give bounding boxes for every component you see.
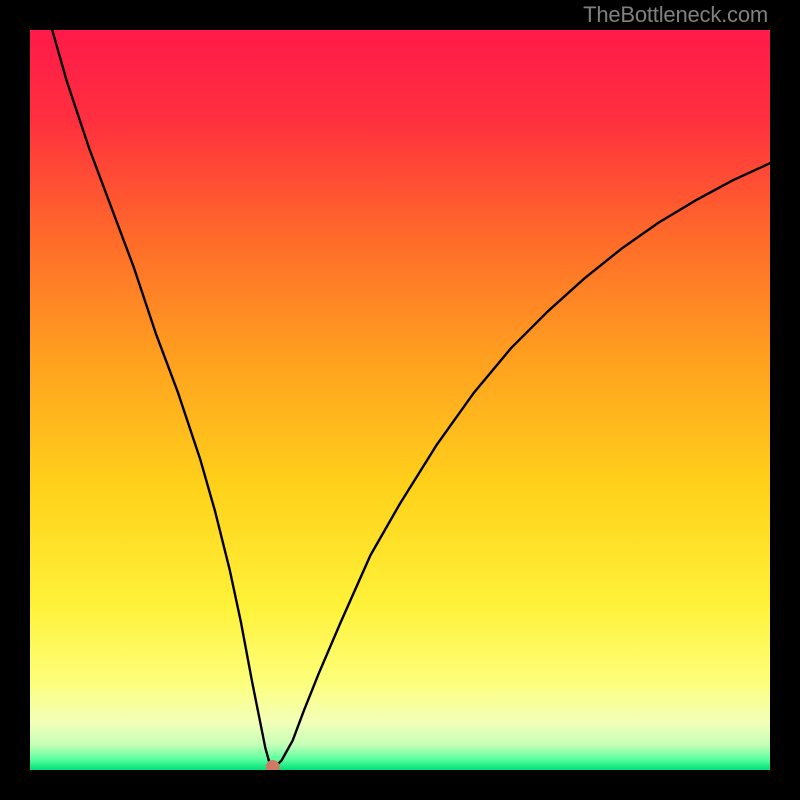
bottleneck-chart bbox=[30, 30, 770, 770]
chart-area bbox=[30, 30, 770, 770]
watermark-label: TheBottleneck.com bbox=[583, 2, 768, 28]
gradient-background bbox=[30, 30, 770, 770]
